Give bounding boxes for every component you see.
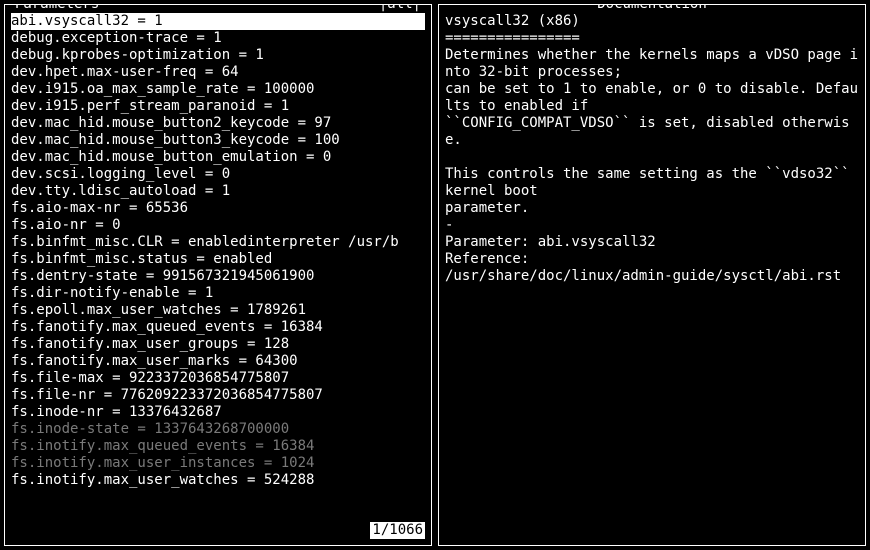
parameter-row[interactable]: fs.binfmt_misc.status = enabled	[11, 251, 425, 268]
parameter-row[interactable]: dev.mac_hid.mouse_button_emulation = 0	[11, 149, 425, 166]
parameter-row[interactable]: dev.scsi.logging_level = 0	[11, 166, 425, 183]
parameter-row[interactable]: dev.mac_hid.mouse_button3_keycode = 100	[11, 132, 425, 149]
parameter-row[interactable]: fs.dentry-state = 991567321945061900	[11, 268, 425, 285]
parameter-row[interactable]: debug.kprobes-optimization = 1	[11, 47, 425, 64]
parameter-row[interactable]: fs.fanotify.max_user_groups = 128	[11, 336, 425, 353]
parameter-row[interactable]: fs.fanotify.max_user_marks = 64300	[11, 353, 425, 370]
parameter-row[interactable]: fs.file-nr = 77620922337203685477580​7	[11, 387, 425, 404]
parameter-row[interactable]: fs.epoll.max_user_watches = 1789261	[11, 302, 425, 319]
parameters-title: Parameters	[13, 4, 101, 13]
documentation-title: Documentation	[595, 4, 709, 13]
parameter-row[interactable]: fs.aio-max-nr = 65536	[11, 200, 425, 217]
parameters-panel: Parameters |all| abi.vsyscall32 = 1debug…	[4, 4, 432, 546]
parameter-row[interactable]: fs.binfmt_misc.CLR = enabledinterpreter …	[11, 234, 425, 251]
app-root: Parameters |all| abi.vsyscall32 = 1debug…	[0, 0, 870, 550]
parameter-row[interactable]: dev.i915.oa_max_sample_rate = 100000	[11, 81, 425, 98]
parameter-row[interactable]: fs.inode-state = 1337643268700000	[11, 421, 425, 438]
parameter-row[interactable]: fs.inode-nr = 13376432687	[11, 404, 425, 421]
parameter-row[interactable]: fs.fanotify.max_queued_events = 16384	[11, 319, 425, 336]
parameter-row[interactable]: dev.hpet.max-user-freq = 64	[11, 64, 425, 81]
parameter-row[interactable]: fs.inotify.max_user_watches = 524288	[11, 472, 425, 489]
parameter-row[interactable]: dev.i915.perf_stream_paranoid = 1	[11, 98, 425, 115]
documentation-body: vsyscall32 (x86) ================ Determ…	[445, 13, 859, 285]
parameter-row[interactable]: fs.file-max = 9223372036854775807	[11, 370, 425, 387]
position-counter: 1/1066	[370, 522, 425, 539]
filter-indicator[interactable]: |all|	[377, 4, 423, 13]
parameter-row[interactable]: fs.dir-notify-enable = 1	[11, 285, 425, 302]
documentation-panel: Documentation vsyscall32 (x86) =========…	[438, 4, 866, 546]
parameter-list[interactable]: abi.vsyscall32 = 1debug.exception-trace …	[11, 13, 425, 489]
parameter-row[interactable]: fs.inotify.max_user_instances = 1024	[11, 455, 425, 472]
parameter-row[interactable]: dev.tty.ldisc_autoload = 1	[11, 183, 425, 200]
parameter-row[interactable]: debug.exception-trace = 1	[11, 30, 425, 47]
parameter-row[interactable]: fs.inotify.max_queued_events = 16384	[11, 438, 425, 455]
parameter-row[interactable]: fs.aio-nr = 0	[11, 217, 425, 234]
parameter-row[interactable]: abi.vsyscall32 = 1	[11, 13, 425, 30]
parameter-row[interactable]: dev.mac_hid.mouse_button2_keycode = 97	[11, 115, 425, 132]
